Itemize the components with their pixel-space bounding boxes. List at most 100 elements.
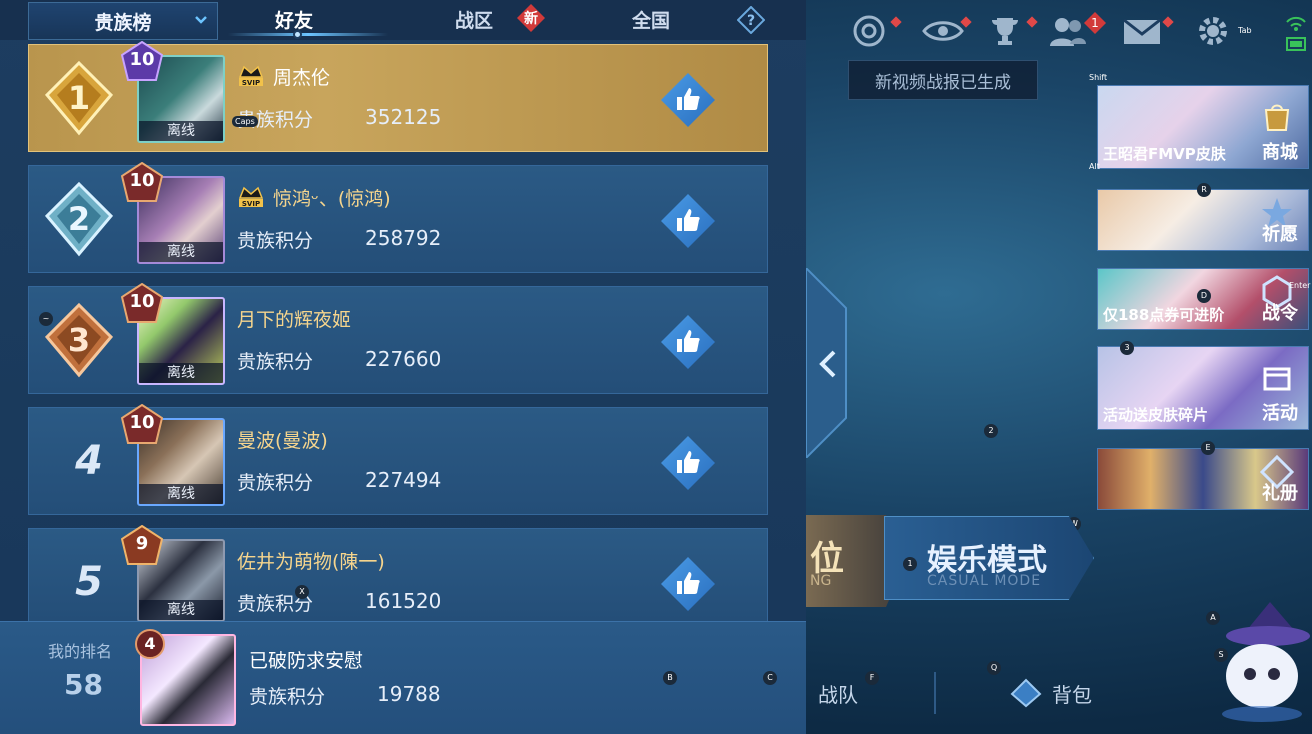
key-hint-tab: Tab — [1238, 26, 1252, 35]
thumbs-up-icon — [677, 572, 700, 594]
thumbs-up-icon — [677, 451, 700, 473]
score-label: 贵族积分 — [237, 472, 314, 494]
rank-number: 1 — [68, 79, 90, 117]
my-score-value: 19788 — [377, 682, 441, 706]
level-badge: 10 — [120, 403, 164, 446]
offline-status: 离线 — [139, 121, 223, 141]
help-icon[interactable]: ? — [737, 6, 765, 34]
casual-mode-button[interactable]: 娱乐模式 CASUAL MODE — [884, 516, 1094, 600]
rank-3-bronze-badge: 3 — [44, 302, 114, 378]
backpack-button[interactable]: 背包 — [1052, 679, 1092, 708]
level-number: 10 — [129, 170, 155, 191]
tab-active-dot — [293, 30, 302, 39]
my-rank-bar: 我的排名 58 4 已破防求安慰 贵族积分 19788 B C — [0, 621, 806, 734]
trophy-icon[interactable] — [988, 14, 1022, 48]
key-hint-q: Q — [987, 661, 1001, 675]
score-label: 贵族积分 — [237, 230, 314, 252]
key-hint-enter: Enter — [1289, 281, 1311, 290]
like-button[interactable] — [661, 73, 715, 127]
wish-card[interactable]: 祈愿 — [1097, 189, 1309, 251]
activity-caption: 活动送皮肤碎片 — [1103, 406, 1209, 424]
thumbs-up-icon — [677, 88, 700, 110]
friends-icon[interactable] — [1048, 14, 1088, 48]
like-button[interactable] — [661, 194, 715, 248]
score-value: 258792 — [365, 226, 442, 250]
tab-region[interactable]: 战区 — [455, 6, 493, 33]
tab-national[interactable]: 全国 — [632, 6, 670, 33]
shop-caption: 王昭君FMVP皮肤 — [1103, 145, 1226, 163]
notification-dot — [890, 16, 902, 28]
gift-book-card[interactable]: 礼册 — [1097, 448, 1309, 510]
player-name: 曼波(曼波) — [237, 430, 328, 452]
score-value: 161520 — [365, 589, 442, 613]
shop-card[interactable]: 王昭君FMVP皮肤 商城 — [1097, 85, 1309, 169]
key-hint-d: D — [1197, 289, 1211, 303]
ranked-mode-sub: NG — [810, 573, 832, 589]
my-player-name: 已破防求安慰 — [249, 650, 364, 672]
dropdown-label: 贵族榜 — [94, 11, 152, 34]
activity-card[interactable]: 活动送皮肤碎片 活动 — [1097, 346, 1309, 430]
thumbs-up-icon — [677, 209, 700, 231]
player-name: 周杰伦 — [273, 67, 331, 89]
thumbs-up-icon — [677, 330, 700, 352]
key-hint-c: C — [763, 671, 777, 685]
level-badge: 10 — [120, 40, 164, 83]
rank-number: 4 — [75, 438, 103, 484]
my-rank-label: 我的排名 — [48, 642, 113, 661]
eye-icon[interactable] — [922, 14, 964, 48]
backpack-icon[interactable] — [1008, 674, 1044, 708]
key-hint-e: E — [1201, 441, 1215, 455]
level-number: 10 — [129, 49, 155, 70]
key-hint-2: 2 — [984, 424, 998, 438]
wish-label: 祈愿 — [1262, 224, 1298, 245]
target-icon[interactable] — [852, 14, 886, 48]
like-button[interactable] — [661, 557, 715, 611]
battle-pass-label: 战令 — [1262, 303, 1298, 324]
leaderboard-row-5: 5 离线 9 佐井为萌物(陳一) 贵族积分 161520 — [28, 524, 768, 622]
video-report-banner[interactable]: 新视频战报已生成 — [848, 60, 1038, 100]
level-badge: 10 — [120, 161, 164, 204]
notification-dot — [1162, 16, 1174, 28]
level-number: 10 — [129, 291, 155, 312]
wifi-battery-icon — [1286, 16, 1306, 51]
offline-status: 离线 — [139, 484, 223, 504]
tab-friends[interactable]: 好友 — [275, 6, 313, 33]
like-button[interactable] — [661, 436, 715, 490]
mail-icon[interactable] — [1122, 14, 1162, 48]
my-score-label: 贵族积分 — [249, 686, 326, 708]
key-hint-1: 1 — [903, 557, 917, 571]
level-number: 10 — [129, 412, 155, 433]
level-number: 4 — [144, 634, 156, 653]
score-value: 227494 — [365, 468, 442, 492]
mascot-character[interactable] — [1212, 596, 1312, 724]
my-level-badge: 4 — [134, 628, 166, 660]
like-button[interactable] — [661, 315, 715, 369]
svip-crown-icon: SVIP — [238, 186, 264, 208]
key-hint-b: B — [663, 671, 677, 685]
casual-mode-sub: CASUAL MODE — [927, 573, 1042, 589]
player-name: 佐井为萌物(陳一) — [237, 551, 385, 573]
rank-number: 5 — [75, 559, 103, 605]
shop-icon — [1264, 104, 1290, 131]
player-name: 月下的辉夜姬 — [237, 309, 352, 331]
tab-active-indicator — [228, 33, 388, 36]
gear-icon[interactable] — [1196, 14, 1230, 48]
ranking-type-dropdown[interactable]: 贵族榜 — [28, 2, 218, 40]
battle-pass-caption: 仅188点券可进阶 — [1103, 306, 1225, 324]
key-hint-x: X — [295, 585, 309, 599]
key-hint-caps: Caps — [232, 116, 258, 127]
chevron-down-icon — [195, 16, 207, 24]
collapse-panel-button[interactable] — [805, 265, 848, 461]
key-hint-3: 3 — [1120, 341, 1134, 355]
my-rank-number: 58 — [64, 668, 103, 701]
activity-icon — [1263, 367, 1291, 391]
new-badge: 新 — [517, 4, 545, 32]
gift-book-label: 礼册 — [1262, 483, 1298, 504]
svip-crown-icon: SVIP — [238, 65, 264, 87]
key-hint-r: R — [1197, 183, 1211, 197]
rank-2-silver-badge: 2 — [44, 181, 114, 257]
team-button[interactable]: 战队 — [818, 679, 858, 708]
svg-text:SVIP: SVIP — [242, 79, 260, 87]
svg-text:?: ? — [747, 13, 755, 29]
key-hint-tilde: ~ — [39, 312, 53, 326]
